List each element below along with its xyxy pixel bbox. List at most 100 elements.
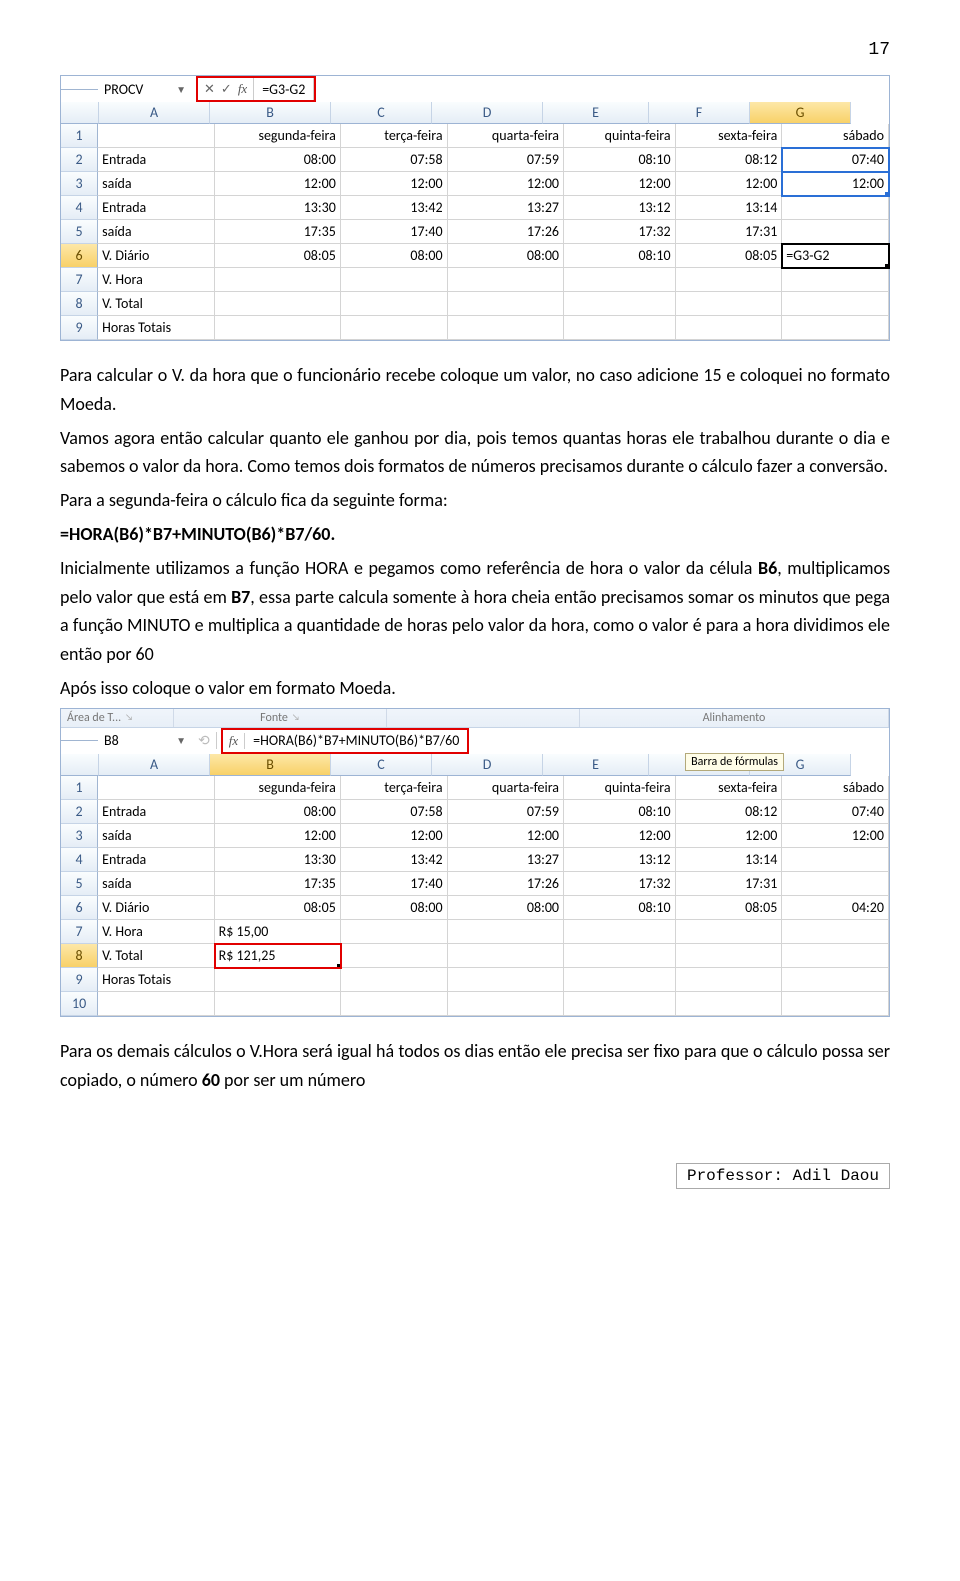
cell[interactable] [215, 992, 341, 1016]
cell[interactable]: 07:40 [782, 800, 889, 824]
cell[interactable]: V. Total [98, 944, 214, 968]
cell[interactable]: 04:20 [782, 896, 889, 920]
cell[interactable]: 17:35 [215, 220, 341, 244]
row-header[interactable]: 4 [61, 196, 98, 220]
cell[interactable]: 07:58 [341, 148, 448, 172]
cell[interactable] [782, 220, 889, 244]
cell[interactable]: V. Diário [98, 244, 214, 268]
column-header[interactable]: A [99, 102, 210, 124]
cell[interactable] [676, 944, 783, 968]
cell[interactable]: saída [98, 172, 214, 196]
row-header[interactable]: 8 [61, 292, 98, 316]
cell[interactable]: 08:10 [564, 896, 676, 920]
cell[interactable]: 17:40 [341, 872, 448, 896]
cell[interactable]: 08:00 [448, 244, 564, 268]
cell[interactable]: Entrada [98, 196, 214, 220]
cell[interactable] [564, 992, 676, 1016]
cell[interactable]: quinta-feira [564, 124, 676, 148]
cell[interactable] [448, 944, 564, 968]
cell[interactable]: sexta-feira [676, 776, 783, 800]
cell[interactable]: 12:00 [215, 172, 341, 196]
cell[interactable] [215, 268, 341, 292]
cell[interactable] [564, 316, 676, 340]
cell[interactable] [564, 268, 676, 292]
column-header[interactable]: C [331, 754, 432, 776]
cell[interactable]: Entrada [98, 800, 214, 824]
cell[interactable]: V. Total [98, 292, 214, 316]
cell[interactable]: 13:27 [448, 196, 564, 220]
cell[interactable]: quarta-feira [448, 776, 564, 800]
cell[interactable] [341, 944, 448, 968]
name-box[interactable]: B8▼ [98, 732, 192, 749]
cell[interactable]: 08:00 [448, 896, 564, 920]
fx-icon[interactable]: fx [229, 733, 238, 749]
row-header[interactable]: 5 [61, 872, 98, 896]
cell[interactable]: 17:35 [215, 872, 341, 896]
cell[interactable]: sábado [782, 776, 889, 800]
cell[interactable] [341, 316, 448, 340]
cell[interactable]: 13:30 [215, 196, 341, 220]
cell[interactable]: 13:27 [448, 848, 564, 872]
column-header[interactable]: G [750, 102, 851, 124]
cell[interactable]: 12:00 [564, 824, 676, 848]
cell[interactable] [341, 292, 448, 316]
cell[interactable]: 17:31 [676, 220, 783, 244]
cell[interactable]: 08:05 [215, 896, 341, 920]
column-header[interactable]: E [543, 102, 649, 124]
cell[interactable] [782, 968, 889, 992]
row-header[interactable]: 1 [61, 124, 98, 148]
cell[interactable]: 08:00 [215, 800, 341, 824]
cell[interactable]: 07:58 [341, 800, 448, 824]
cell[interactable]: 13:30 [215, 848, 341, 872]
cell[interactable] [782, 316, 889, 340]
cell[interactable]: R$ 15,00 [215, 920, 341, 944]
cell[interactable]: 08:00 [341, 896, 448, 920]
cell[interactable]: 12:00 [676, 824, 783, 848]
cell[interactable]: Horas Totais [98, 316, 214, 340]
cell[interactable]: 13:14 [676, 848, 783, 872]
cell[interactable] [782, 872, 889, 896]
cell[interactable]: 12:00 [564, 172, 676, 196]
cell[interactable] [782, 848, 889, 872]
cell[interactable] [564, 292, 676, 316]
cell[interactable] [448, 920, 564, 944]
column-header[interactable]: A [99, 754, 210, 776]
cell[interactable]: 12:00 [448, 172, 564, 196]
cell[interactable]: 12:00 [341, 172, 448, 196]
cell[interactable] [341, 920, 448, 944]
cell[interactable] [341, 268, 448, 292]
row-header[interactable]: 4 [61, 848, 98, 872]
cell[interactable] [98, 992, 214, 1016]
cell[interactable]: 08:10 [564, 800, 676, 824]
row-header[interactable]: 7 [61, 920, 98, 944]
row-header[interactable]: 1 [61, 776, 98, 800]
row-header[interactable]: 9 [61, 316, 98, 340]
cell[interactable]: 17:26 [448, 220, 564, 244]
cell[interactable]: segunda-feira [215, 124, 341, 148]
cell[interactable]: 13:12 [564, 196, 676, 220]
row-header[interactable]: 5 [61, 220, 98, 244]
cell[interactable]: 17:40 [341, 220, 448, 244]
column-header[interactable]: C [331, 102, 432, 124]
row-header[interactable]: 3 [61, 824, 98, 848]
row-header[interactable]: 2 [61, 800, 98, 824]
cell[interactable]: R$ 121,25 [215, 944, 341, 968]
cell[interactable]: 13:42 [341, 848, 448, 872]
cell[interactable]: Horas Totais [98, 968, 214, 992]
cell[interactable] [676, 992, 783, 1016]
cell[interactable]: 07:59 [448, 800, 564, 824]
cell[interactable]: 13:12 [564, 848, 676, 872]
cell[interactable] [676, 968, 783, 992]
cell[interactable] [782, 292, 889, 316]
cell[interactable]: 08:12 [676, 148, 783, 172]
cell[interactable]: Entrada [98, 148, 214, 172]
cell[interactable]: 08:05 [676, 244, 783, 268]
cell[interactable]: saída [98, 872, 214, 896]
cell[interactable] [676, 920, 783, 944]
cell[interactable] [98, 776, 214, 800]
fx-icon[interactable]: fx [238, 81, 247, 97]
formula-input[interactable]: =G3-G2 [254, 78, 314, 100]
cell[interactable] [215, 316, 341, 340]
cell[interactable]: terça-feira [341, 776, 448, 800]
row-header[interactable]: 7 [61, 268, 98, 292]
